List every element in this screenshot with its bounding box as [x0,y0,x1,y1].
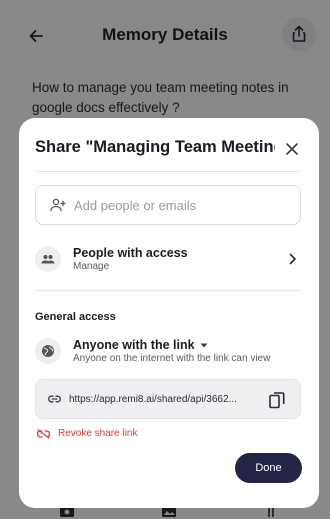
share-link-url[interactable]: https://app.remi8.ai/shared/api/3662... [69,394,259,405]
share-link-box: https://app.remi8.ai/shared/api/3662... [35,379,301,419]
people-icon-wrap [35,246,61,272]
link-off-icon [37,428,50,439]
people-icon [41,255,55,264]
general-access-dropdown[interactable]: Anyone with the link [73,338,301,352]
divider [35,171,301,172]
general-access-row[interactable]: Anyone with the link Anyone on the inter… [35,338,301,364]
close-icon [286,143,298,155]
done-button[interactable]: Done [235,453,302,483]
people-with-access-subtitle: Manage [73,261,110,272]
copy-icon[interactable] [268,391,286,409]
dropdown-caret-icon [200,343,208,347]
share-dialog: Share "Managing Team Meeting... People w… [19,118,319,508]
people-with-access-title: People with access [73,246,188,260]
dialog-title: Share "Managing Team Meeting... [35,138,275,156]
revoke-label: Revoke share link [58,428,138,439]
general-access-option: Anyone with the link [73,338,195,352]
add-people-input[interactable] [74,197,274,213]
general-access-label: General access [35,311,116,323]
globe-icon-wrap [35,338,61,364]
link-icon [48,395,61,403]
revoke-share-link[interactable]: Revoke share link [37,428,137,439]
chevron-right-icon [289,253,296,265]
divider [35,290,301,291]
add-people-field[interactable] [35,185,301,225]
general-access-description: Anyone on the internet with the link can… [73,353,271,364]
globe-icon [42,345,54,357]
people-with-access-row[interactable]: People with access Manage [35,246,301,272]
close-button[interactable] [279,136,305,162]
add-person-icon [50,198,66,212]
